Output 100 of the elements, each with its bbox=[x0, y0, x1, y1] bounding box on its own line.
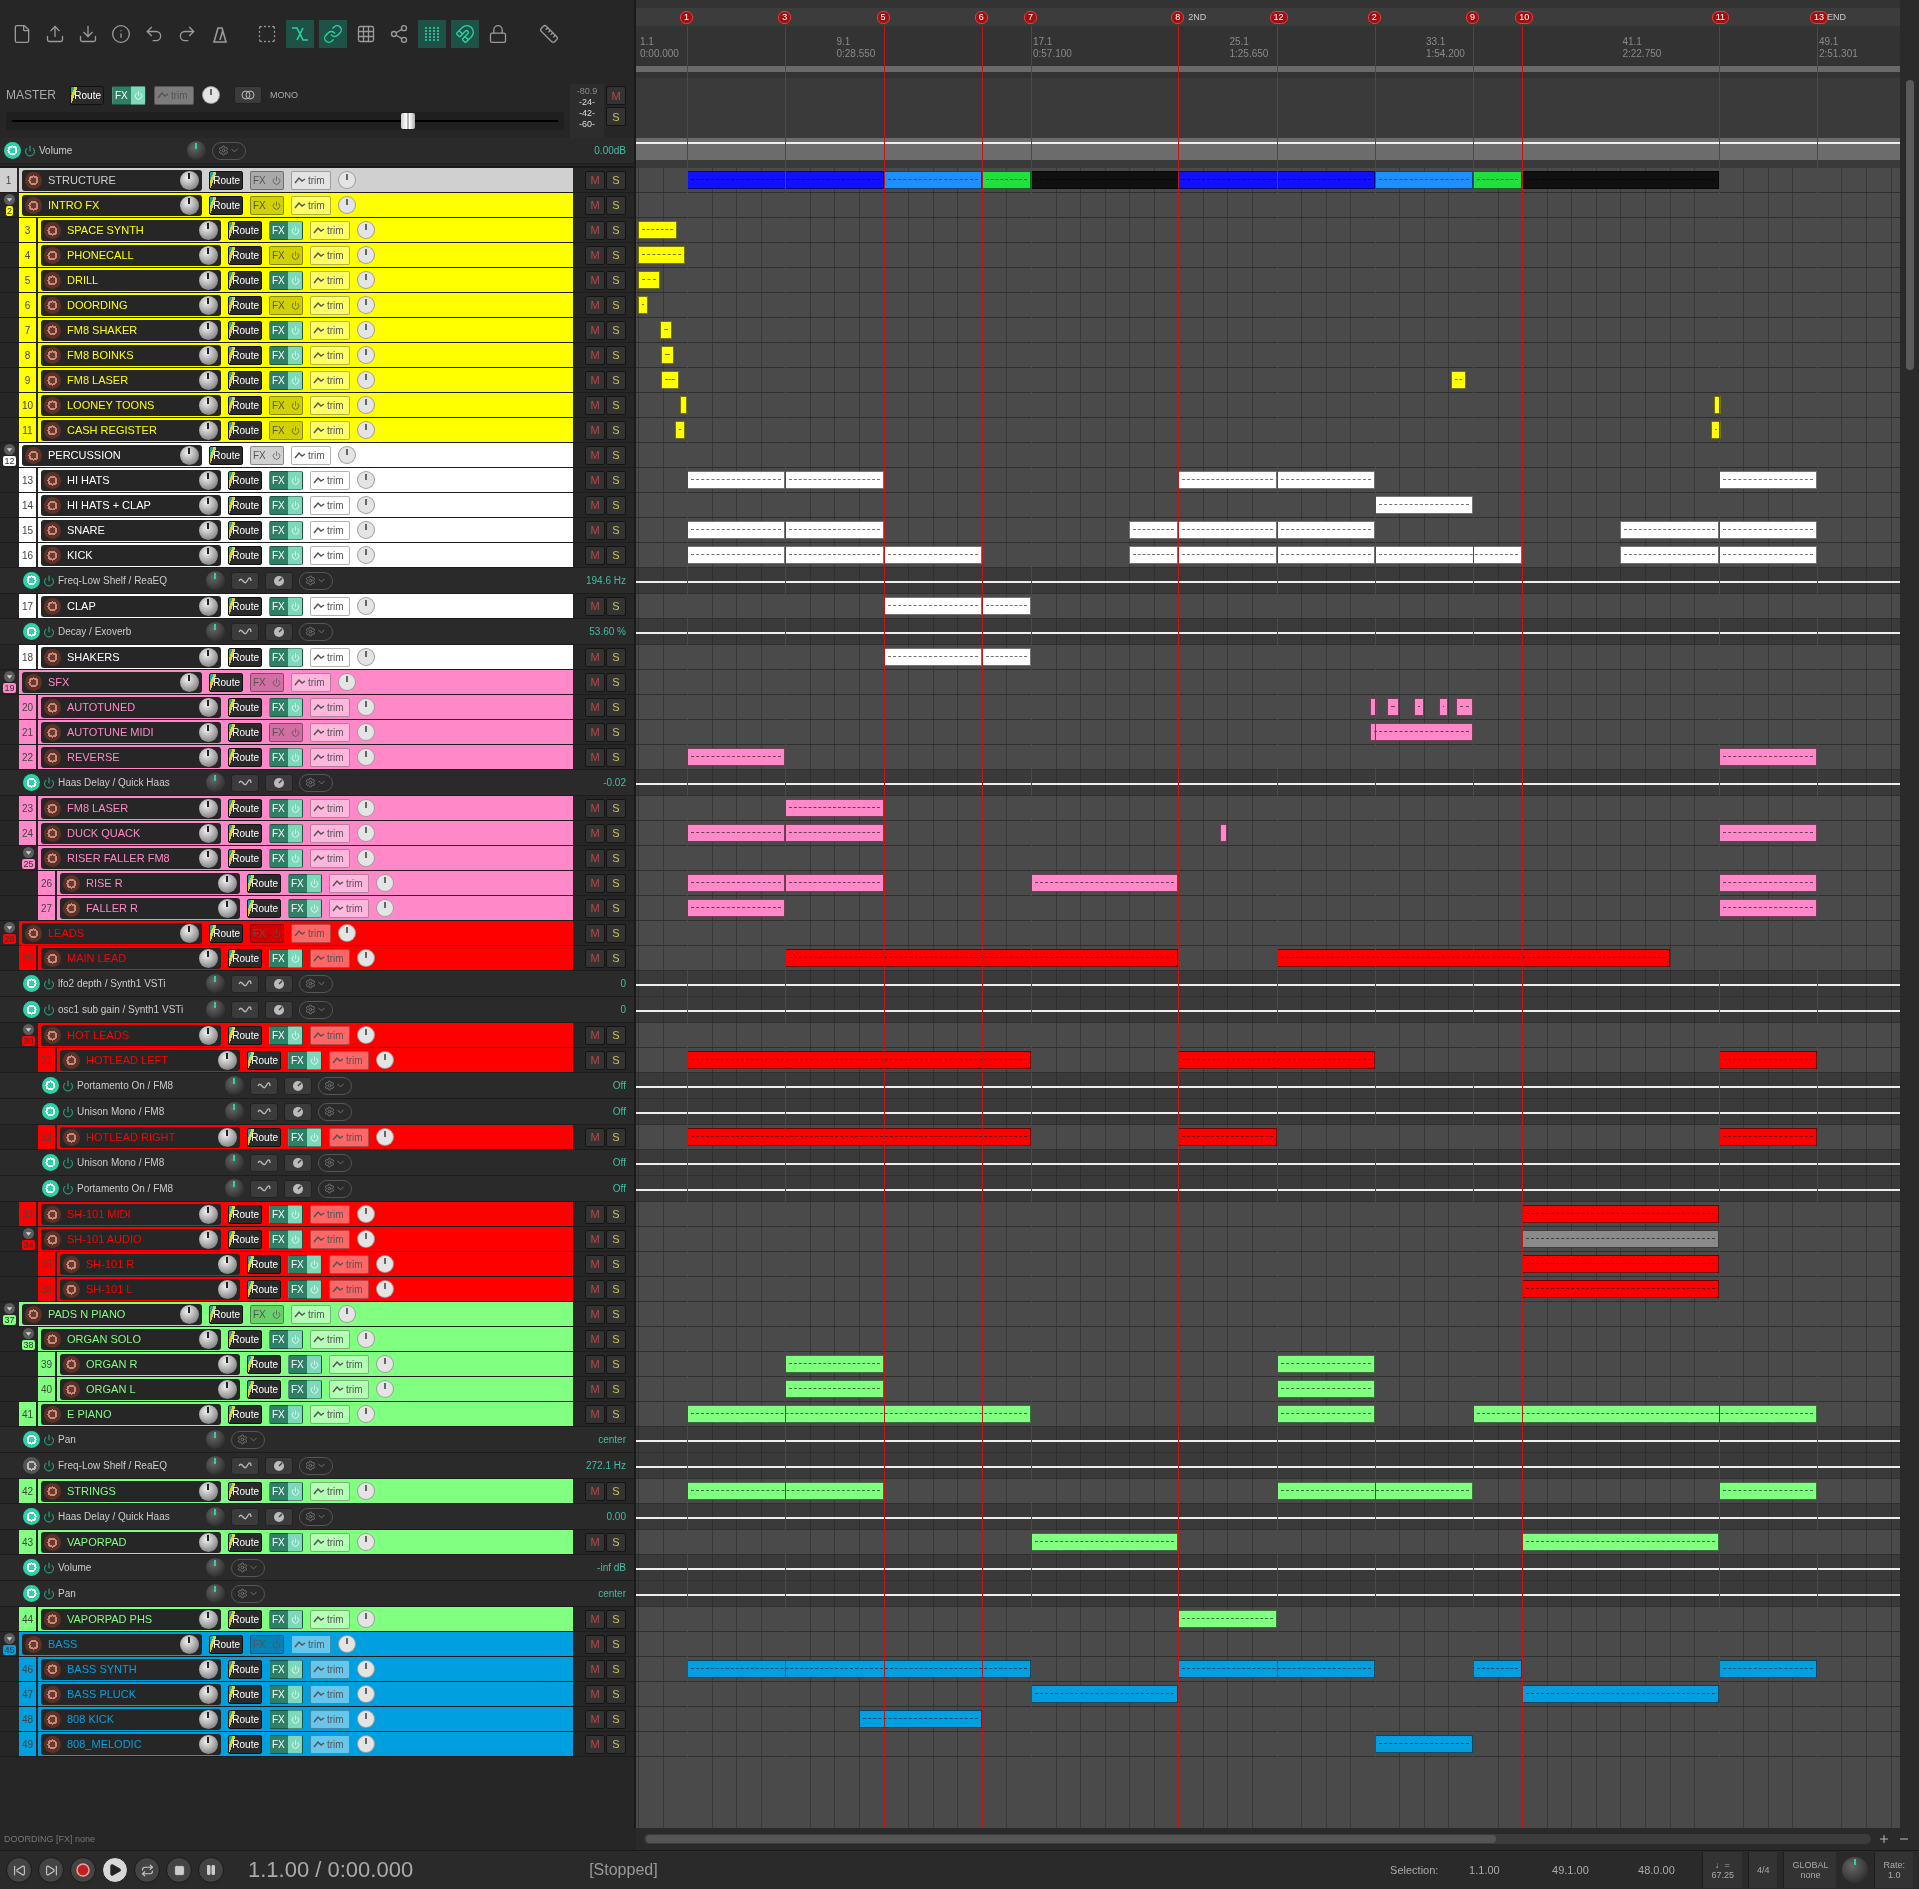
solo-button[interactable]: S bbox=[606, 420, 626, 440]
trim-button[interactable]: trim bbox=[310, 245, 350, 265]
route-button[interactable]: Route bbox=[209, 923, 243, 943]
track-name-field[interactable]: HI HATS bbox=[41, 469, 221, 491]
solo-button[interactable]: S bbox=[606, 295, 626, 315]
route-button[interactable]: Route bbox=[247, 898, 281, 918]
route-button[interactable]: Route bbox=[228, 1532, 262, 1552]
fx-button[interactable]: FX bbox=[269, 1659, 303, 1679]
fx-button[interactable]: FX bbox=[288, 1354, 322, 1374]
route-button[interactable]: Route bbox=[228, 1481, 262, 1501]
rate-box[interactable]: Rate: 1.0 bbox=[1874, 1852, 1913, 1888]
solo-button[interactable]: S bbox=[606, 672, 626, 692]
track-name-field[interactable]: LEADS bbox=[22, 922, 202, 944]
trim-button[interactable]: trim bbox=[310, 747, 350, 767]
route-button[interactable]: Route bbox=[228, 596, 262, 616]
track-name-field[interactable]: AUTOTUNE MIDI bbox=[41, 721, 221, 743]
route-button[interactable]: Route bbox=[247, 1050, 281, 1070]
track-name-field[interactable]: VAPORPAD PHS bbox=[41, 1608, 221, 1630]
solo-button[interactable]: S bbox=[606, 848, 626, 868]
fx-button[interactable]: FX bbox=[269, 345, 303, 365]
route-button[interactable]: Route bbox=[228, 320, 262, 340]
track-name-field[interactable]: 808_MELODIC bbox=[41, 1733, 221, 1755]
route-button[interactable]: Route bbox=[209, 1304, 243, 1324]
trim-button[interactable]: trim bbox=[310, 823, 350, 843]
fx-button[interactable]: FX bbox=[250, 195, 284, 215]
trim-button[interactable]: trim bbox=[310, 1404, 350, 1424]
route-button[interactable]: Route bbox=[247, 1379, 281, 1399]
route-button[interactable]: Route bbox=[228, 1659, 262, 1679]
track-name-field[interactable]: SFX bbox=[22, 671, 202, 693]
trim-button[interactable]: trim bbox=[310, 647, 350, 667]
trim-button[interactable]: trim bbox=[310, 1709, 350, 1729]
fx-button[interactable]: FX bbox=[269, 1025, 303, 1045]
solo-button[interactable]: S bbox=[606, 1684, 626, 1704]
trim-button[interactable]: trim bbox=[291, 1634, 331, 1654]
solo-button[interactable]: S bbox=[606, 1204, 626, 1224]
track-name-field[interactable]: FM8 LASER bbox=[41, 369, 221, 391]
trim-button[interactable]: trim bbox=[310, 1481, 350, 1501]
route-button[interactable]: Route bbox=[228, 395, 262, 415]
track-name-field[interactable]: SH-101 MIDI bbox=[41, 1203, 221, 1225]
route-button[interactable]: Route bbox=[228, 1709, 262, 1729]
track-name-field[interactable]: DRILL bbox=[41, 269, 221, 291]
fx-button[interactable]: FX bbox=[269, 948, 303, 968]
track-name-field[interactable]: DUCK QUACK bbox=[41, 822, 221, 844]
trim-button[interactable]: trim bbox=[329, 1354, 369, 1374]
trim-button[interactable]: trim bbox=[310, 1734, 350, 1754]
track-name-field[interactable]: 808 KICK bbox=[41, 1708, 221, 1730]
fx-button[interactable]: FX bbox=[288, 898, 322, 918]
fx-button[interactable]: FX bbox=[269, 545, 303, 565]
track-name-field[interactable]: BASS SYNTH bbox=[41, 1658, 221, 1680]
route-button[interactable]: Route bbox=[228, 220, 262, 240]
track-name-field[interactable]: FM8 LASER bbox=[41, 797, 221, 819]
route-button[interactable]: Route bbox=[228, 747, 262, 767]
route-button[interactable]: Route bbox=[228, 420, 262, 440]
track-name-field[interactable]: SH-101 AUDIO bbox=[41, 1228, 221, 1250]
solo-button[interactable]: S bbox=[606, 345, 626, 365]
route-button[interactable]: Route bbox=[209, 1634, 243, 1654]
track-name-field[interactable]: RISE R bbox=[60, 872, 240, 894]
fx-button[interactable]: FX bbox=[269, 1684, 303, 1704]
route-button[interactable]: Route bbox=[247, 1279, 281, 1299]
track-name-field[interactable]: CLAP bbox=[41, 595, 221, 617]
trim-button[interactable]: trim bbox=[329, 873, 369, 893]
solo-button[interactable]: S bbox=[606, 1229, 626, 1249]
trim-button[interactable]: trim bbox=[291, 672, 331, 692]
trim-button[interactable]: trim bbox=[310, 220, 350, 240]
route-button[interactable]: Route bbox=[228, 495, 262, 515]
route-button[interactable]: Route bbox=[247, 1127, 281, 1147]
solo-button[interactable]: S bbox=[606, 445, 626, 465]
solo-button[interactable]: S bbox=[606, 270, 626, 290]
route-button[interactable]: Route bbox=[228, 823, 262, 843]
trim-button[interactable]: trim bbox=[310, 495, 350, 515]
fx-button[interactable]: FX bbox=[269, 1204, 303, 1224]
fx-button[interactable]: FX bbox=[269, 1404, 303, 1424]
track-name-field[interactable]: ORGAN L bbox=[60, 1378, 240, 1400]
track-name-field[interactable]: AUTOTUNED bbox=[41, 696, 221, 718]
fx-button[interactable]: FX bbox=[269, 320, 303, 340]
trim-button[interactable]: trim bbox=[310, 1329, 350, 1349]
route-button[interactable]: Route bbox=[228, 545, 262, 565]
solo-button[interactable]: S bbox=[606, 220, 626, 240]
fx-button[interactable]: FX bbox=[112, 85, 146, 105]
track-name-field[interactable]: STRUCTURE bbox=[22, 169, 202, 191]
fx-button[interactable]: FX bbox=[269, 848, 303, 868]
solo-button[interactable]: S bbox=[606, 545, 626, 565]
trim-button[interactable]: trim bbox=[310, 1684, 350, 1704]
fx-button[interactable]: FX bbox=[269, 420, 303, 440]
track-name-field[interactable]: SH-101 R bbox=[60, 1253, 240, 1275]
solo-button[interactable]: S bbox=[606, 1532, 626, 1552]
track-name-field[interactable]: DOORDING bbox=[41, 294, 221, 316]
track-name-field[interactable]: RISER FALLER FM8 bbox=[41, 847, 221, 869]
solo-button[interactable]: S bbox=[606, 170, 626, 190]
fx-button[interactable]: FX bbox=[269, 1734, 303, 1754]
fx-button[interactable]: FX bbox=[288, 873, 322, 893]
route-button[interactable]: Route bbox=[70, 85, 104, 105]
solo-button[interactable]: S bbox=[606, 1709, 626, 1729]
trim-button[interactable]: trim bbox=[310, 520, 350, 540]
fx-button[interactable]: FX bbox=[269, 1229, 303, 1249]
track-name-field[interactable]: INTRO FX bbox=[22, 194, 202, 216]
route-button[interactable]: Route bbox=[228, 1229, 262, 1249]
trim-button[interactable]: trim bbox=[310, 798, 350, 818]
track-name-field[interactable]: SPACE SYNTH bbox=[41, 219, 221, 241]
track-name-field[interactable]: HOTLEAD RIGHT bbox=[60, 1126, 240, 1148]
